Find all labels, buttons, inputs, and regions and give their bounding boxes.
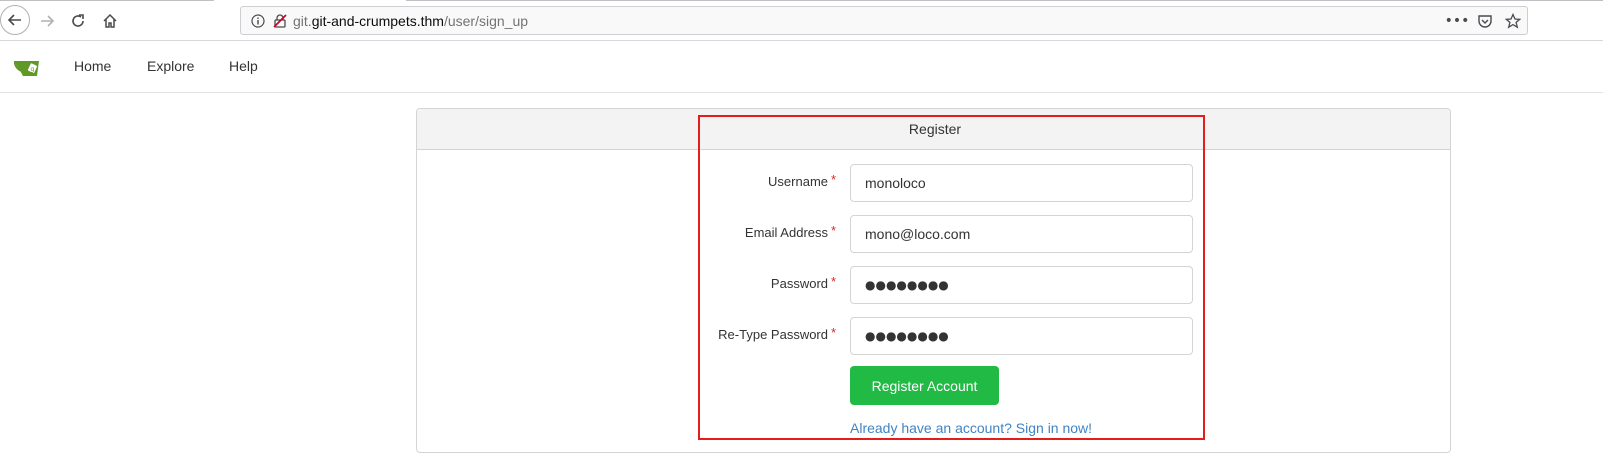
email-label: Email Address bbox=[408, 225, 828, 240]
forward-arrow-icon bbox=[41, 15, 55, 27]
site-navbar: g Home Explore Help bbox=[0, 42, 1603, 93]
url-bar[interactable]: git.git-and-crumpets.thm/user/sign_up ••… bbox=[240, 6, 1528, 35]
username-input[interactable] bbox=[850, 164, 1193, 202]
url-path: /user/sign_up bbox=[443, 12, 529, 29]
password-label-text: Password bbox=[770, 276, 828, 291]
star-icon[interactable] bbox=[1503, 12, 1523, 29]
email-label-text: Email Address bbox=[744, 225, 828, 240]
required-marker: * bbox=[831, 223, 837, 238]
nav-home[interactable]: Home bbox=[74, 58, 111, 74]
forward-button[interactable] bbox=[32, 6, 62, 36]
email-input[interactable] bbox=[850, 215, 1193, 253]
info-icon[interactable] bbox=[249, 12, 267, 30]
tab-strip-edge bbox=[406, 0, 1603, 1]
register-form: Register Username * Email Address * Pass… bbox=[416, 108, 1451, 453]
url-prefix: git. bbox=[293, 12, 312, 29]
password-input[interactable] bbox=[850, 266, 1193, 304]
retype-password-input[interactable] bbox=[850, 317, 1193, 355]
browser-toolbar: git.git-and-crumpets.thm/user/sign_up ••… bbox=[0, 0, 1603, 41]
required-marker: * bbox=[831, 325, 837, 340]
username-label: Username bbox=[408, 174, 828, 189]
insecure-lock-icon[interactable] bbox=[271, 12, 289, 30]
home-icon bbox=[103, 13, 117, 28]
required-marker: * bbox=[831, 274, 837, 289]
tab-strip-edge bbox=[0, 0, 214, 1]
register-account-button[interactable]: Register Account bbox=[850, 366, 999, 405]
more-icon[interactable]: ••• bbox=[1445, 13, 1470, 29]
required-marker: * bbox=[831, 172, 837, 187]
gitea-logo[interactable]: g bbox=[13, 56, 44, 78]
nav-explore[interactable]: Explore bbox=[147, 58, 194, 74]
retype-password-label-text: Re-Type Password bbox=[718, 327, 828, 342]
password-label: Password bbox=[408, 276, 828, 291]
url-text[interactable]: git.git-and-crumpets.thm/user/sign_up bbox=[293, 13, 528, 29]
nav-help[interactable]: Help bbox=[229, 58, 258, 74]
reload-icon bbox=[72, 14, 84, 27]
signin-link[interactable]: Already have an account? Sign in now! bbox=[850, 420, 1092, 436]
svg-text:g: g bbox=[31, 66, 35, 73]
reload-button[interactable] bbox=[63, 6, 93, 36]
home-button[interactable] bbox=[95, 6, 125, 36]
retype-password-label: Re-Type Password bbox=[408, 327, 828, 342]
back-button[interactable] bbox=[0, 5, 30, 35]
form-title: Register bbox=[417, 121, 1452, 137]
form-title-text: Register bbox=[908, 121, 962, 137]
username-label-text: Username bbox=[768, 174, 828, 189]
url-host: git-and-crumpets.thm bbox=[311, 12, 444, 29]
back-arrow-icon bbox=[7, 14, 21, 26]
pocket-icon[interactable] bbox=[1475, 13, 1495, 29]
